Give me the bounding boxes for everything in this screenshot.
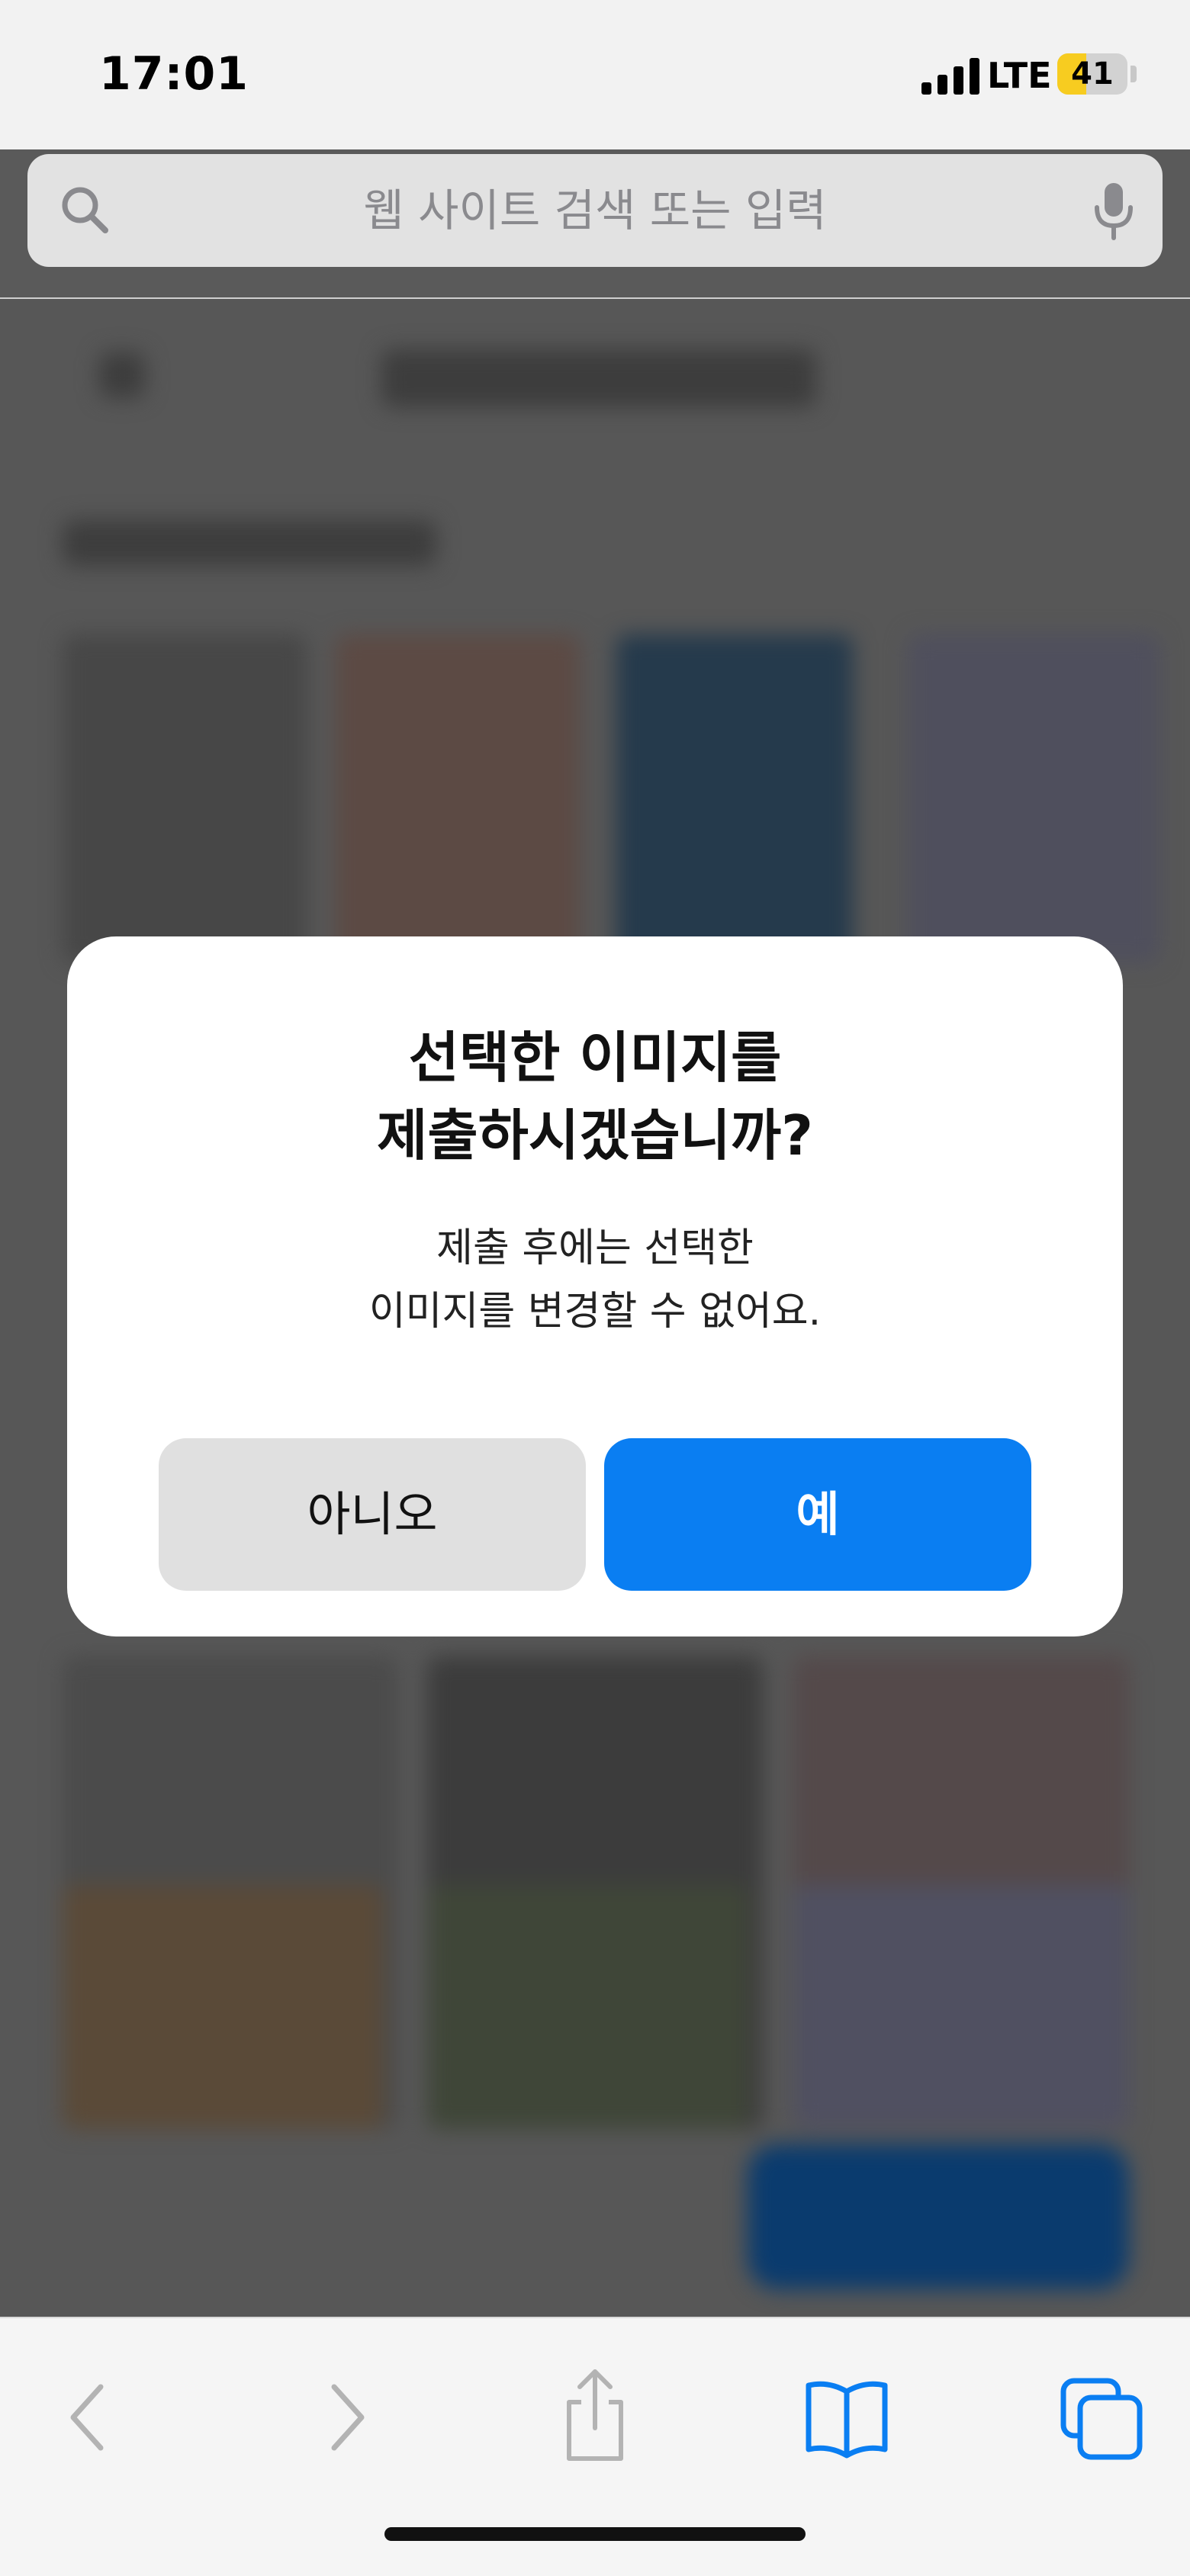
confirm-dialog: 선택한 이미지를 제출하시겠습니까? 제출 후에는 선택한 이미지를 변경할 수… — [67, 936, 1123, 1636]
status-time: 17:01 — [99, 47, 249, 101]
home-indicator — [384, 2527, 806, 2541]
battery-level: 41 — [1071, 56, 1114, 92]
dialog-title: 선택한 이미지를 제출하시겠습니까? — [67, 1019, 1123, 1174]
battery-cap — [1130, 66, 1137, 82]
status-bar: 17:01 LTE 41 — [0, 0, 1190, 149]
address-placeholder: 웹 사이트 검색 또는 입력 — [363, 185, 827, 236]
dialog-title-line2: 제출하시겠습니까? — [377, 1103, 813, 1168]
microphone-icon[interactable] — [1092, 180, 1135, 241]
share-icon[interactable] — [542, 2364, 648, 2471]
dialog-message-line1: 제출 후에는 선택한 — [436, 1225, 754, 1271]
chevron-right-icon[interactable] — [293, 2364, 400, 2471]
address-bar[interactable]: 웹 사이트 검색 또는 입력 — [27, 154, 1163, 267]
network-type: LTE — [987, 55, 1052, 96]
chevron-left-icon[interactable] — [35, 2364, 142, 2471]
dialog-title-line1: 선택한 이미지를 — [408, 1026, 782, 1090]
signal-bars-icon — [921, 58, 979, 95]
tabs-icon[interactable] — [1047, 2364, 1153, 2471]
yes-button[interactable]: 예 — [604, 1438, 1031, 1591]
book-icon[interactable] — [793, 2364, 900, 2471]
battery-icon: 41 — [1057, 53, 1127, 95]
dialog-message-line2: 이미지를 변경할 수 없어요. — [368, 1289, 822, 1335]
no-button[interactable]: 아니오 — [159, 1438, 586, 1591]
dialog-message: 제출 후에는 선택한 이미지를 변경할 수 없어요. — [67, 1217, 1123, 1344]
